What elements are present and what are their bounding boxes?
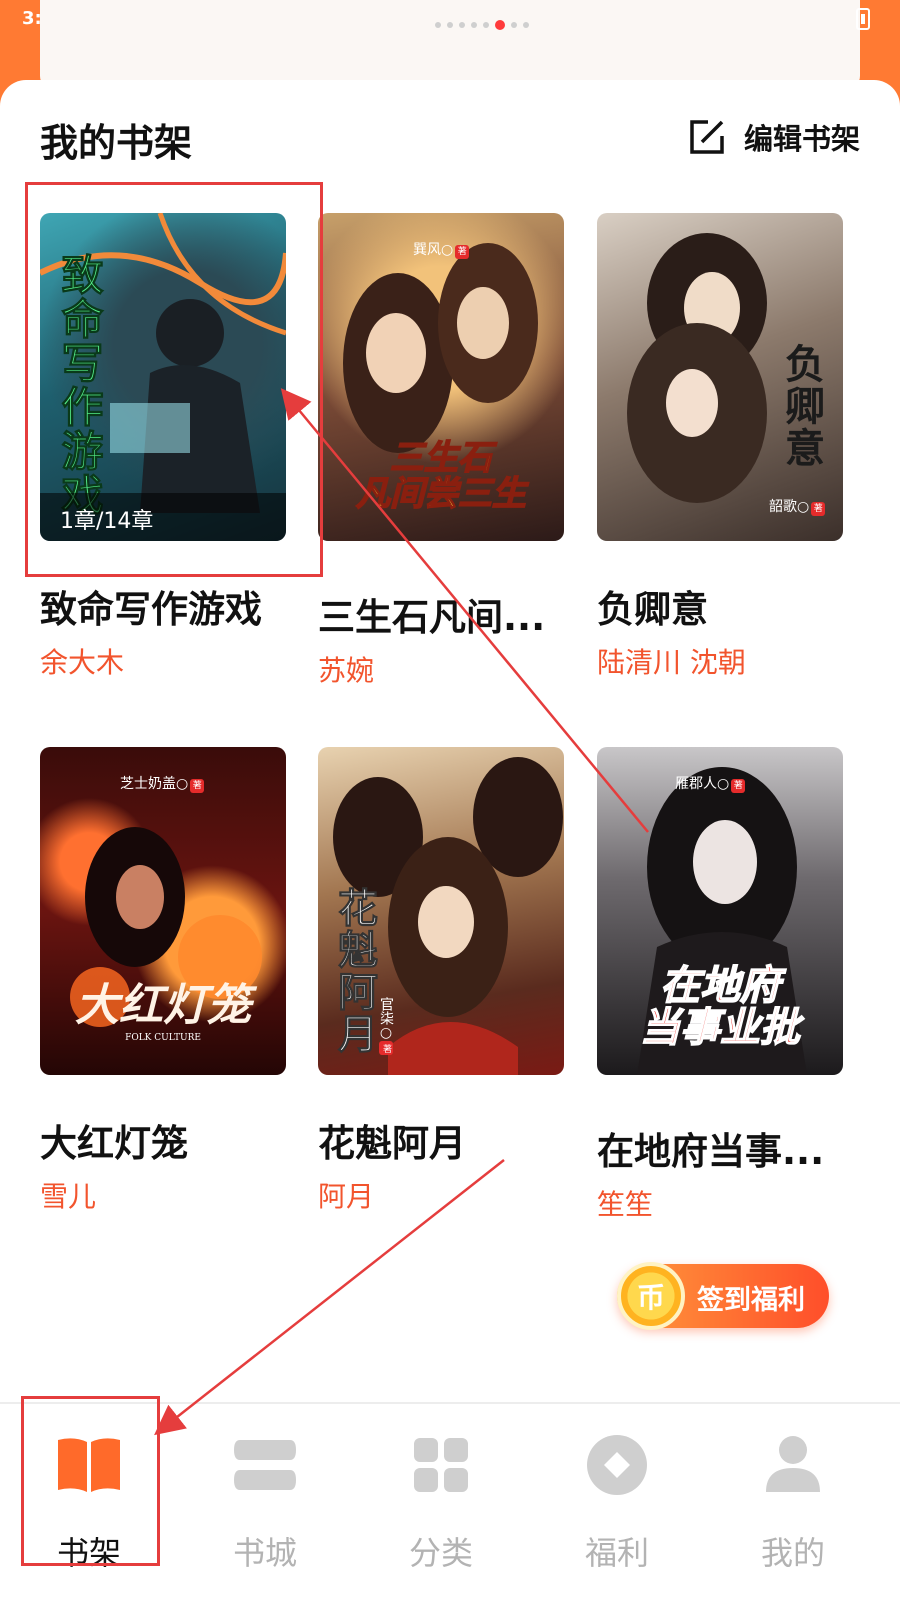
nav-item-bookshelf[interactable]: 书架 [29, 1432, 149, 1574]
book-cover[interactable]: 致命写作游戏 1章/14章 [40, 213, 286, 541]
book-title: 三生石凡间... [318, 596, 546, 639]
book-title: 大红灯笼 [40, 1122, 188, 1165]
coin-icon: 币 [617, 1262, 685, 1330]
diamond-icon [587, 1435, 647, 1495]
cover-author: 韶歌○ 著 [769, 496, 826, 516]
book-cover[interactable]: 巽风○ 著 三生石 凡间尝三生 [318, 213, 564, 541]
book-title: 花魁阿月 [318, 1122, 466, 1165]
book-item[interactable]: 花魁阿月 官柒○著 花魁阿月 阿月 [318, 747, 564, 1215]
edit-bookshelf-label: 编辑书架 [743, 122, 860, 156]
book-cover[interactable]: 负卿意 韶歌○ 著 [597, 213, 843, 541]
person-icon [766, 1436, 820, 1492]
cover-title: 负卿意 [778, 343, 825, 469]
book-author: 余大木 [40, 646, 125, 679]
battery-icon [856, 8, 870, 30]
reading-progress: 1章/14章 [40, 493, 286, 541]
pagination-dot [447, 22, 453, 28]
signin-welfare-button[interactable]: 币 签到福利 [617, 1262, 829, 1330]
edit-bookshelf-button[interactable]: 编辑书架 [688, 116, 860, 158]
pagination-dot [483, 22, 489, 28]
nav-label: 福利 [584, 1534, 649, 1572]
nav-item-welfare[interactable]: 福利 [557, 1432, 677, 1574]
pagination-dot [523, 22, 529, 28]
pagination-dot [435, 22, 441, 28]
nav-label: 书城 [232, 1534, 297, 1572]
nav-item-mine[interactable]: 我的 [733, 1432, 853, 1574]
book-author: 陆清川 沈朝 [597, 646, 746, 679]
bottom-nav: 书架 书城 分类 福利 我的 [0, 1402, 900, 1600]
cover-author: 官柒○著 [376, 997, 396, 1055]
book-author: 笙笙 [597, 1188, 654, 1221]
banner-pagination [435, 20, 529, 30]
pagination-dot [511, 22, 517, 28]
book-cover[interactable]: 花魁阿月 官柒○著 [318, 747, 564, 1075]
bookstore-icon [234, 1440, 296, 1490]
book-cover[interactable]: 芝士奶盖○ 著 大红灯笼 FOLK CULTURE [40, 747, 286, 1075]
nav-item-category[interactable]: 分类 [381, 1432, 501, 1574]
cover-subtitle: FOLK CULTURE [125, 1033, 201, 1043]
nav-item-bookstore[interactable]: 书城 [205, 1432, 325, 1574]
cover-author: 巽风○ 著 [413, 239, 470, 259]
status-time: 3: [22, 8, 42, 29]
cover-author: 芝士奶盖○ 著 [120, 773, 205, 793]
pagination-dot [471, 22, 477, 28]
pagination-dot [459, 22, 465, 28]
nav-label: 分类 [408, 1534, 473, 1572]
cover-title: 大红灯笼 [75, 980, 251, 1031]
book-author: 雪儿 [40, 1180, 97, 1213]
book-author: 阿月 [318, 1180, 375, 1213]
book-cover[interactable]: 雁郡人○ 著 在地府 当事业批 [597, 747, 843, 1075]
nav-label: 我的 [760, 1534, 825, 1572]
pagination-dot-active [495, 20, 505, 30]
book-author: 苏婉 [318, 654, 375, 687]
cover-author: 雁郡人○ 著 [675, 773, 746, 793]
book-open-icon [58, 1438, 120, 1492]
cover-title: 三生石 凡间尝三生 [355, 438, 527, 514]
signin-welfare-label: 签到福利 [697, 1285, 805, 1316]
book-title: 在地府当事... [597, 1130, 825, 1173]
book-title: 致命写作游戏 [40, 588, 262, 631]
book-item[interactable]: 负卿意 韶歌○ 著 负卿意 陆清川 沈朝 [597, 213, 843, 681]
book-item[interactable]: 芝士奶盖○ 著 大红灯笼 FOLK CULTURE 大红灯笼 雪儿 [40, 747, 286, 1215]
cover-title: 在地府 当事业批 [639, 962, 801, 1051]
edit-icon [690, 120, 724, 154]
book-item[interactable]: 致命写作游戏 1章/14章 致命写作游戏 余大木 [40, 213, 286, 681]
book-item[interactable]: 巽风○ 著 三生石 凡间尝三生 三生石凡间... 苏婉 [318, 213, 564, 689]
cover-title: 致命写作游戏 [55, 253, 105, 518]
nav-label: 书架 [56, 1534, 121, 1572]
banner-card[interactable] [40, 0, 860, 90]
cover-title: 花魁阿月 [331, 887, 379, 1056]
book-item[interactable]: 雁郡人○ 著 在地府 当事业批 在地府当事... 笙笙 [597, 747, 843, 1223]
book-title: 负卿意 [597, 588, 708, 631]
page-title: 我的书架 [40, 121, 193, 165]
grid-icon [414, 1438, 468, 1492]
